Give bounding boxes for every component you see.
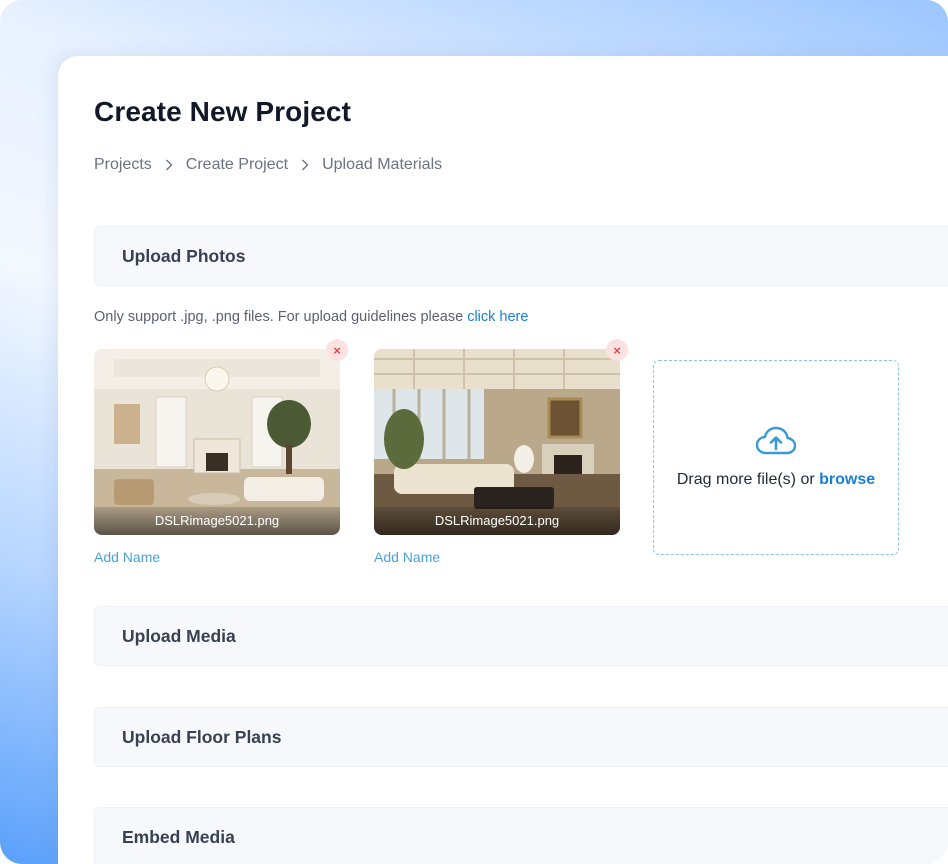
remove-photo-button[interactable]: ×: [606, 339, 628, 361]
cloud-upload-icon: [755, 426, 797, 461]
upload-hint-text: Only support .jpg, .png files. For uploa…: [94, 309, 468, 325]
breadcrumb-item-projects[interactable]: Projects: [94, 156, 152, 174]
upload-hint: Only support .jpg, .png files. For uploa…: [94, 309, 528, 325]
photo-thumbnail[interactable]: DSLRimage5021.png: [374, 349, 620, 535]
add-name-link[interactable]: Add Name: [374, 549, 440, 565]
page-title: Create New Project: [94, 96, 352, 127]
breadcrumb-item-create-project[interactable]: Create Project: [186, 156, 288, 174]
guidelines-link[interactable]: click here: [467, 309, 528, 325]
dropzone-text: Drag more file(s) or browse: [677, 471, 875, 489]
section-title: Upload Media: [122, 626, 236, 646]
section-title: Upload Floor Plans: [122, 727, 282, 747]
browse-link[interactable]: browse: [819, 471, 875, 488]
section-upload-floor-plans[interactable]: Upload Floor Plans: [94, 707, 948, 767]
chevron-right-icon: [158, 157, 180, 173]
file-dropzone[interactable]: Drag more file(s) or browse: [653, 360, 899, 555]
dropzone-label: Drag more file(s) or: [676, 471, 820, 488]
photo-filename: DSLRimage5021.png: [374, 507, 620, 535]
remove-photo-button[interactable]: ×: [326, 339, 348, 361]
section-upload-photos[interactable]: Upload Photos: [94, 226, 948, 286]
chevron-right-icon: [294, 157, 316, 173]
section-embed-media[interactable]: Embed Media: [94, 807, 948, 864]
app-frame: Create New Project Projects Create Proje…: [0, 0, 948, 864]
main-panel: Create New Project Projects Create Proje…: [58, 56, 948, 864]
photo-filename: DSLRimage5021.png: [94, 507, 340, 535]
breadcrumb: Projects Create Project Upload Materials: [94, 156, 442, 174]
section-title: Embed Media: [122, 827, 235, 847]
section-upload-media[interactable]: Upload Media: [94, 606, 948, 666]
section-title: Upload Photos: [122, 246, 246, 266]
photo-thumbnail[interactable]: DSLRimage5021.png: [94, 349, 340, 535]
breadcrumb-item-upload-materials: Upload Materials: [322, 156, 443, 173]
add-name-link[interactable]: Add Name: [94, 549, 160, 565]
